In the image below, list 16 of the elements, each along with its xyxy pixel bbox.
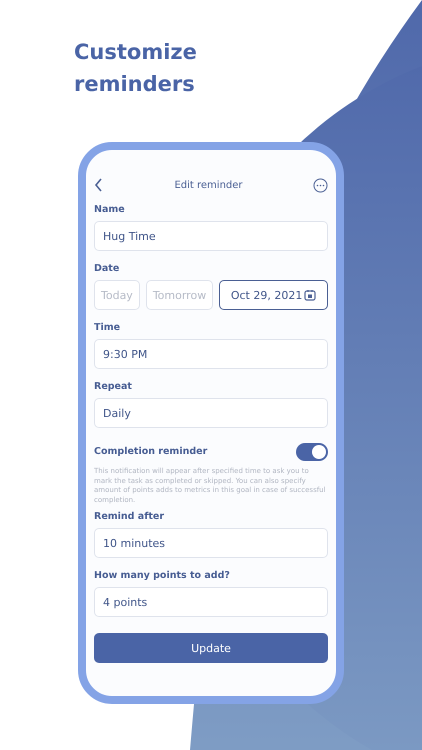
- field-label: Date: [94, 263, 120, 274]
- field-label: How many points to add?: [94, 570, 231, 581]
- update-button[interactable]: Update: [94, 633, 328, 663]
- field-label: Name: [94, 204, 126, 215]
- input-field[interactable]: 9:30 PM: [94, 339, 328, 369]
- field-label: Repeat: [94, 381, 133, 392]
- input-field[interactable]: Hug Time: [94, 221, 328, 251]
- date-option[interactable]: Oct 29, 2021: [219, 280, 328, 310]
- field-label: Completion reminder: [94, 446, 208, 457]
- input-field[interactable]: Daily: [94, 398, 328, 428]
- field-label: Time: [94, 322, 122, 333]
- input-field[interactable]: 10 minutes: [94, 528, 328, 558]
- input-field[interactable]: 4 points: [94, 587, 328, 617]
- field-label: Remind after: [94, 511, 165, 522]
- headline: Customize reminders: [74, 39, 198, 98]
- screen-title: Edit reminder: [174, 180, 243, 190]
